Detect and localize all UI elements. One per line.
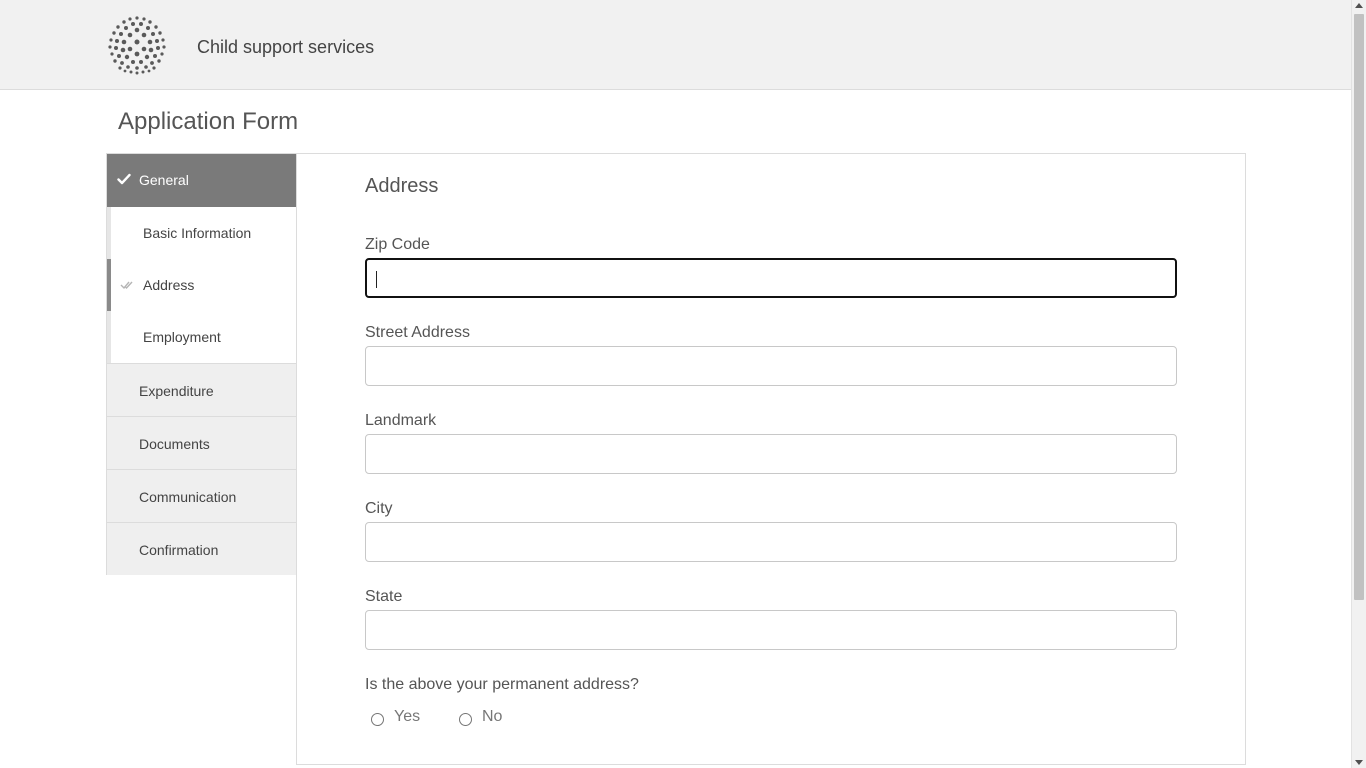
sidebar-subitem-basic-information[interactable]: Basic Information <box>107 207 297 259</box>
sidebar-item-expenditure[interactable]: Expenditure <box>107 363 297 416</box>
sidebar-item-label: General <box>139 172 189 188</box>
yes-radio[interactable] <box>371 713 384 726</box>
city-input[interactable] <box>365 522 1177 562</box>
state-label: State <box>365 588 403 605</box>
scroll-thumb[interactable] <box>1354 14 1364 600</box>
sidebar-item-label: Expenditure <box>139 383 214 399</box>
landmark-input[interactable] <box>365 434 1177 474</box>
sidebar-item-label: Confirmation <box>139 542 219 558</box>
scroll-up-icon[interactable] <box>1355 3 1363 8</box>
state-input[interactable] <box>365 610 1177 650</box>
sidebar-item-label: Employment <box>143 329 221 345</box>
no-radio-label[interactable]: No <box>482 708 502 726</box>
sidebar-item-label: Address <box>143 277 195 293</box>
sidebar-item-confirmation[interactable]: Confirmation <box>107 522 297 575</box>
form-step-sidebar: General Basic Information Address Employ… <box>106 153 297 575</box>
sidebar-item-communication[interactable]: Communication <box>107 469 297 522</box>
sidebar-subitem-employment[interactable]: Employment <box>107 311 297 363</box>
sidebar-item-documents[interactable]: Documents <box>107 416 297 469</box>
page-scrollbar[interactable] <box>1351 0 1366 768</box>
text-caret <box>376 271 377 288</box>
scroll-down-icon[interactable] <box>1355 760 1363 765</box>
sidebar-item-label: Basic Information <box>143 225 252 241</box>
zip-code-label: Zip Code <box>365 236 430 253</box>
permanent-address-question: Is the above your permanent address? <box>365 676 639 693</box>
city-label: City <box>365 500 393 517</box>
check-icon <box>117 173 131 185</box>
form-panel: Address Zip Code Street Address Landmark… <box>296 153 1246 765</box>
sidebar-item-general[interactable]: General <box>107 154 297 207</box>
sidebar-item-label: Communication <box>139 489 237 505</box>
landmark-label: Landmark <box>365 412 437 429</box>
street-address-input[interactable] <box>365 346 1177 386</box>
dotted-sphere-logo <box>108 16 166 75</box>
yes-radio-label[interactable]: Yes <box>394 708 420 726</box>
no-radio[interactable] <box>459 713 472 726</box>
double-check-icon <box>120 281 133 290</box>
page-title: Application Form <box>118 108 299 135</box>
section-title: Address <box>365 175 439 197</box>
zip-code-input[interactable] <box>365 258 1177 298</box>
sidebar-item-label: Documents <box>139 436 210 452</box>
app-brand-name: Child support services <box>197 37 375 57</box>
app-header: Child support services <box>0 0 1351 90</box>
sidebar-subitem-address[interactable]: Address <box>107 259 297 311</box>
street-address-label: Street Address <box>365 324 470 341</box>
